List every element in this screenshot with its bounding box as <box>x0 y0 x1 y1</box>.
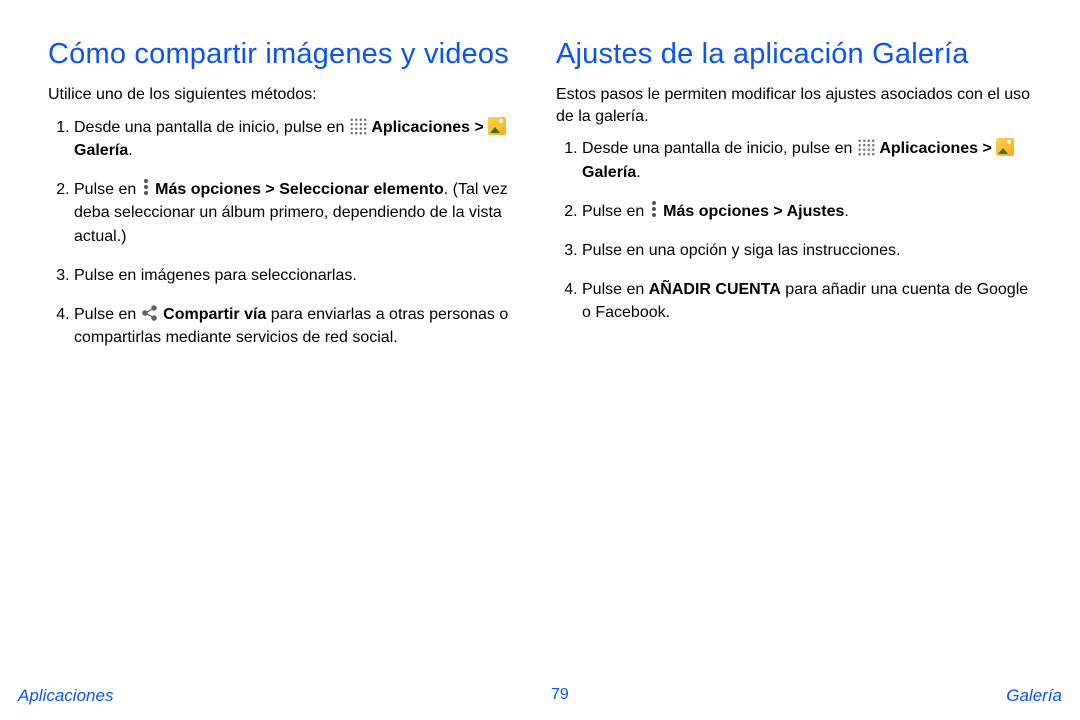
right-column: Ajustes de la aplicación Galería Estos p… <box>556 36 1040 660</box>
step-text: Pulse en imágenes para seleccionarlas. <box>74 267 357 284</box>
step-text: Pulse en <box>582 203 644 220</box>
period: . <box>128 142 132 159</box>
step-3: Pulse en imágenes para seleccionarlas. <box>74 264 532 287</box>
step-text: Pulse en <box>582 281 649 298</box>
apps-grid-icon <box>857 138 875 156</box>
more-options-label: Más opciones > Seleccionar elemento <box>151 181 444 198</box>
gt-sep: > <box>470 119 488 136</box>
manual-page: Cómo compartir imágenes y videos Utilice… <box>0 0 1080 720</box>
apps-grid-icon <box>349 117 367 135</box>
step-4: Pulse en Compartir vía para enviarlas a … <box>74 303 532 349</box>
step-text: Pulse en <box>74 181 136 198</box>
step-text: Desde una pantalla de inicio, pulse en <box>74 119 344 136</box>
steps-settings: Desde una pantalla de inicio, pulse en A… <box>556 137 1040 324</box>
gallery-label: Galería <box>582 164 636 181</box>
period: . <box>636 164 640 181</box>
gallery-icon <box>488 117 506 135</box>
add-account-label: AÑADIR CUENTA <box>649 281 781 298</box>
footer-right: Galería <box>1006 686 1062 706</box>
more-options-icon <box>141 178 151 196</box>
intro-share: Utilice uno de los siguientes métodos: <box>48 84 532 106</box>
share-label: Compartir vía <box>159 306 267 323</box>
gallery-label: Galería <box>74 142 128 159</box>
apps-label: Aplicaciones <box>371 119 470 136</box>
step-text: Desde una pantalla de inicio, pulse en <box>582 140 852 157</box>
more-options-label: Más opciones > Ajustes <box>659 203 845 220</box>
step-4: Pulse en AÑADIR CUENTA para añadir una c… <box>582 278 1040 324</box>
step-2: Pulse en Más opciones > Seleccionar elem… <box>74 178 532 248</box>
apps-label: Aplicaciones <box>879 140 978 157</box>
share-icon <box>141 304 159 322</box>
page-number: 79 <box>551 686 569 706</box>
step-1: Desde una pantalla de inicio, pulse en A… <box>582 137 1040 183</box>
left-column: Cómo compartir imágenes y videos Utilice… <box>48 36 532 660</box>
steps-share: Desde una pantalla de inicio, pulse en A… <box>48 116 532 350</box>
step-text: Pulse en <box>74 306 136 323</box>
heading-settings: Ajustes de la aplicación Galería <box>556 36 1040 72</box>
intro-settings: Estos pasos le permiten modificar los aj… <box>556 84 1040 127</box>
gallery-label-text: Galería <box>582 164 636 181</box>
step-3: Pulse en una opción y siga las instrucci… <box>582 239 1040 262</box>
step-tail: . <box>844 203 848 220</box>
gt-sep: > <box>978 140 996 157</box>
more-options-icon <box>649 200 659 218</box>
step-2: Pulse en Más opciones > Ajustes. <box>582 200 1040 223</box>
page-footer: Aplicaciones 79 Galería <box>0 686 1080 706</box>
step-1: Desde una pantalla de inicio, pulse en A… <box>74 116 532 162</box>
step-tail: para enviarlas a otras personas o compar… <box>74 306 508 346</box>
gallery-label-text: Galería <box>74 142 128 159</box>
footer-left: Aplicaciones <box>18 686 113 706</box>
heading-share: Cómo compartir imágenes y videos <box>48 36 532 72</box>
step-text: Pulse en una opción y siga las instrucci… <box>582 242 900 259</box>
gallery-icon <box>996 138 1014 156</box>
